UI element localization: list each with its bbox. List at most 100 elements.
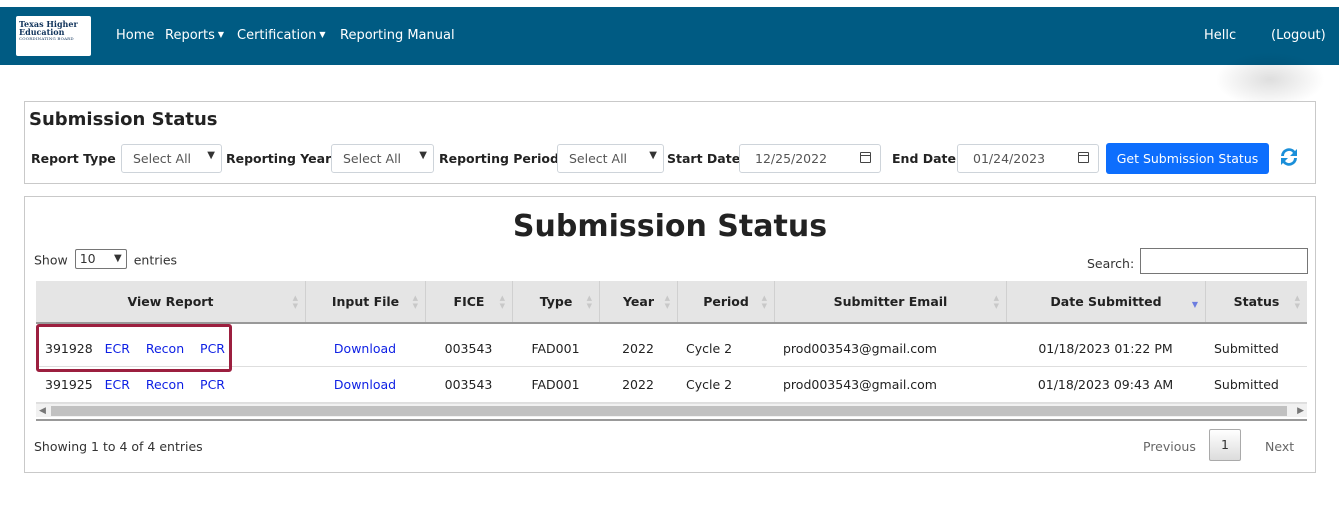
calendar-icon[interactable]	[1078, 152, 1089, 163]
top-navbar: Texas Higher Education COORDINATING BOAR…	[0, 7, 1339, 65]
refresh-icon[interactable]	[1277, 145, 1301, 169]
nav-home[interactable]: Home	[116, 28, 154, 43]
logout-link[interactable]: (Logout)	[1271, 28, 1326, 43]
fice-cell: 003543	[444, 341, 493, 356]
pagination-previous[interactable]: Previous	[1143, 439, 1196, 454]
col-fice[interactable]: FICE ▲ ▼	[425, 281, 512, 322]
email-cell: prod003543@gmail.com	[783, 341, 937, 356]
col-label: Date Submitted	[1050, 294, 1162, 309]
col-input-file[interactable]: Input File ▲ ▼	[305, 281, 425, 322]
show-label: Show	[34, 252, 68, 268]
col-submitter-email[interactable]: Submitter Email ▲ ▼	[774, 281, 1006, 322]
col-label: View Report	[127, 294, 214, 309]
date-cell: 01/18/2023 01:22 PM	[1038, 341, 1173, 356]
reporting-period-select[interactable]: Select All ▼	[557, 144, 664, 173]
table-info: Showing 1 to 4 of 4 entries	[34, 439, 203, 454]
download-link[interactable]: Download	[334, 341, 396, 356]
scrollbar-thumb[interactable]	[51, 406, 1287, 416]
date-cell: 01/18/2023 09:43 AM	[1037, 377, 1174, 392]
entries-length-select[interactable]: 10 ▼	[74, 249, 127, 269]
pagination-next[interactable]: Next	[1265, 439, 1294, 454]
nav-reports[interactable]: Reports ▼	[165, 28, 224, 43]
logo-line-3: COORDINATING BOARD	[19, 36, 74, 41]
filter-card: Submission Status Report Type Select All…	[24, 101, 1316, 184]
col-label: Period	[703, 294, 749, 309]
entries-length-value: 10	[79, 251, 96, 266]
table-bottom-border	[36, 419, 1307, 421]
period-cell: Cycle 2	[686, 377, 733, 392]
get-submission-status-button[interactable]: Get Submission Status	[1106, 143, 1269, 174]
horizontal-scrollbar[interactable]: ◀ ▶	[36, 403, 1307, 417]
table-row: 391925 ECR Recon PCR Download 003543 FAD…	[36, 367, 1307, 403]
year-cell: 2022	[622, 341, 654, 356]
sort-icon: ▲ ▼	[292, 294, 298, 310]
col-view-report[interactable]: View Report ▲ ▼	[36, 281, 305, 322]
filter-title: Submission Status	[29, 109, 218, 130]
view-report-cell: 391928 ECR Recon PCR	[36, 331, 305, 366]
col-period[interactable]: Period ▲ ▼	[677, 281, 774, 322]
col-status[interactable]: Status ▲ ▼	[1205, 281, 1307, 322]
sort-desc-icon: ▼	[1191, 300, 1198, 309]
user-greeting: Hellc	[1204, 28, 1237, 43]
type-cell: FAD001	[531, 341, 580, 356]
thecb-logo[interactable]: Texas Higher Education COORDINATING BOAR…	[16, 16, 91, 56]
col-type[interactable]: Type ▲ ▼	[512, 281, 599, 322]
col-label: Submitter Email	[833, 294, 948, 309]
calendar-icon[interactable]	[860, 152, 871, 163]
end-date-label: End Date	[892, 151, 957, 166]
caret-down-icon: ▼	[217, 30, 225, 39]
period-cell: Cycle 2	[686, 341, 733, 356]
sort-icon: ▲ ▼	[412, 294, 418, 310]
nav-reporting-manual[interactable]: Reporting Manual	[340, 28, 455, 43]
sort-icon: ▲ ▼	[664, 294, 670, 310]
col-year[interactable]: Year ▲ ▼	[599, 281, 677, 322]
reporting-year-select[interactable]: Select All ▼	[331, 144, 434, 173]
chevron-down-icon: ▼	[649, 150, 657, 161]
nav-certification-label: Certification	[237, 28, 317, 43]
sort-icon: ▲ ▼	[586, 294, 592, 310]
entries-label: entries	[133, 252, 178, 268]
start-date-label: Start Date	[667, 151, 741, 166]
start-date-value: 12/25/2022	[755, 151, 828, 166]
sort-icon: ▲ ▼	[1294, 294, 1300, 310]
pcr-link[interactable]: PCR	[200, 341, 225, 356]
report-id: 391925	[45, 377, 93, 392]
input-file-cell: Download	[305, 367, 425, 402]
status-cell: Submitted	[1214, 341, 1279, 356]
col-label: Status	[1233, 294, 1280, 309]
col-date-submitted[interactable]: Date Submitted ▼	[1006, 281, 1205, 322]
ecr-link[interactable]: ECR	[105, 377, 130, 392]
recon-link[interactable]: Recon	[146, 341, 184, 356]
caret-down-icon: ▼	[319, 30, 326, 39]
report-type-select[interactable]: Select All ▼	[121, 144, 222, 173]
report-type-label: Report Type	[31, 151, 116, 166]
year-cell: 2022	[622, 377, 654, 392]
pagination-page-1[interactable]: 1	[1209, 429, 1241, 461]
scroll-left-icon[interactable]: ◀	[39, 404, 46, 418]
col-label: FICE	[453, 294, 485, 309]
type-cell: FAD001	[531, 377, 580, 392]
pcr-link[interactable]: PCR	[200, 377, 225, 392]
view-report-cell: 391925 ECR Recon PCR	[36, 367, 305, 402]
end-date-value: 01/24/2023	[973, 151, 1046, 166]
shadow-artifact	[1215, 52, 1325, 107]
recon-link[interactable]: Recon	[146, 377, 184, 392]
table-header: View Report ▲ ▼ Input File ▲ ▼ FICE ▲ ▼ Type ▲ ▼…	[36, 281, 1307, 324]
search-input[interactable]	[1140, 248, 1308, 274]
reporting-year-value: Select All	[343, 151, 402, 166]
table-row: 391928 ECR Recon PCR Download 003543 FAD…	[36, 331, 1307, 367]
scroll-right-icon[interactable]: ▶	[1297, 404, 1304, 418]
col-label: Year	[623, 294, 654, 309]
show-entries: Show 10 ▼ entries	[34, 249, 178, 271]
nav-certification[interactable]: Certification ▼	[237, 28, 326, 43]
reporting-period-value: Select All	[569, 151, 628, 166]
reporting-year-label: Reporting Year	[226, 151, 332, 166]
start-date-input[interactable]: 12/25/2022	[739, 144, 881, 173]
reporting-period-label: Reporting Period	[439, 151, 559, 166]
ecr-link[interactable]: ECR	[105, 341, 130, 356]
email-cell: prod003543@gmail.com	[783, 377, 937, 392]
status-cell: Submitted	[1214, 377, 1279, 392]
download-link[interactable]: Download	[334, 377, 396, 392]
report-type-value: Select All	[133, 151, 192, 166]
end-date-input[interactable]: 01/24/2023	[957, 144, 1099, 173]
